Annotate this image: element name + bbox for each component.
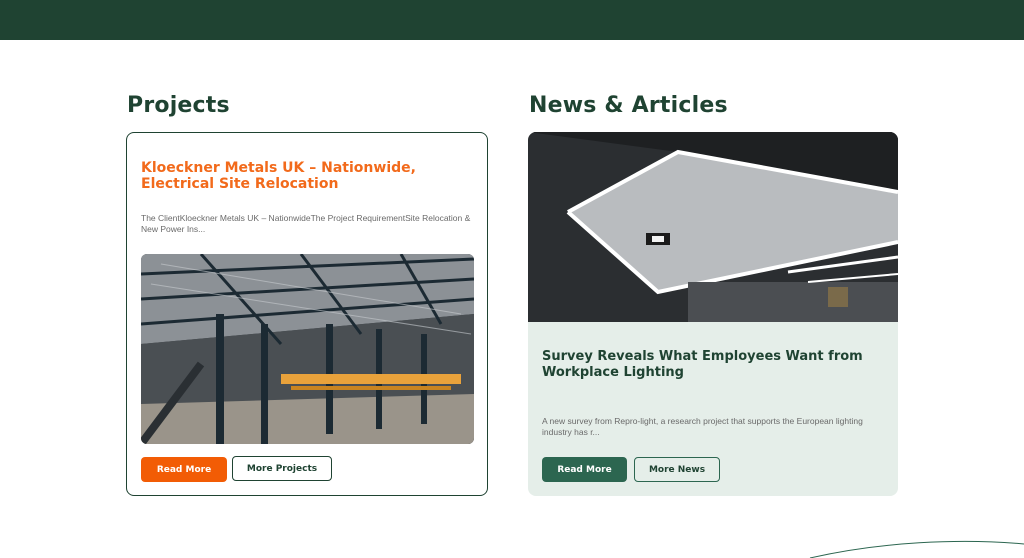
news-card-excerpt: A new survey from Repro-light, a researc… [542, 416, 863, 437]
project-card: Kloeckner Metals UK – Nationwide, Electr… [126, 132, 488, 496]
news-card-heading[interactable]: Survey Reveals What Employees Want from … [542, 349, 882, 381]
projects-section-title: Projects [127, 93, 230, 118]
news-read-more-button[interactable]: Read More [542, 457, 627, 482]
news-card: Survey Reveals What Employees Want from … [528, 132, 898, 496]
more-news-button[interactable]: More News [634, 457, 720, 482]
project-card-heading[interactable]: Kloeckner Metals UK – Nationwide, Electr… [141, 160, 476, 192]
project-card-excerpt: The ClientKloeckner Metals UK – Nationwi… [141, 213, 471, 234]
project-read-more-button[interactable]: Read More [141, 457, 227, 482]
project-warehouse-image[interactable] [141, 254, 474, 444]
site-header-bar [0, 0, 1024, 40]
news-section-title: News & Articles [529, 93, 728, 118]
more-projects-button[interactable]: More Projects [232, 456, 332, 481]
news-lighting-image[interactable] [528, 132, 898, 322]
decorative-curve [809, 540, 1024, 558]
